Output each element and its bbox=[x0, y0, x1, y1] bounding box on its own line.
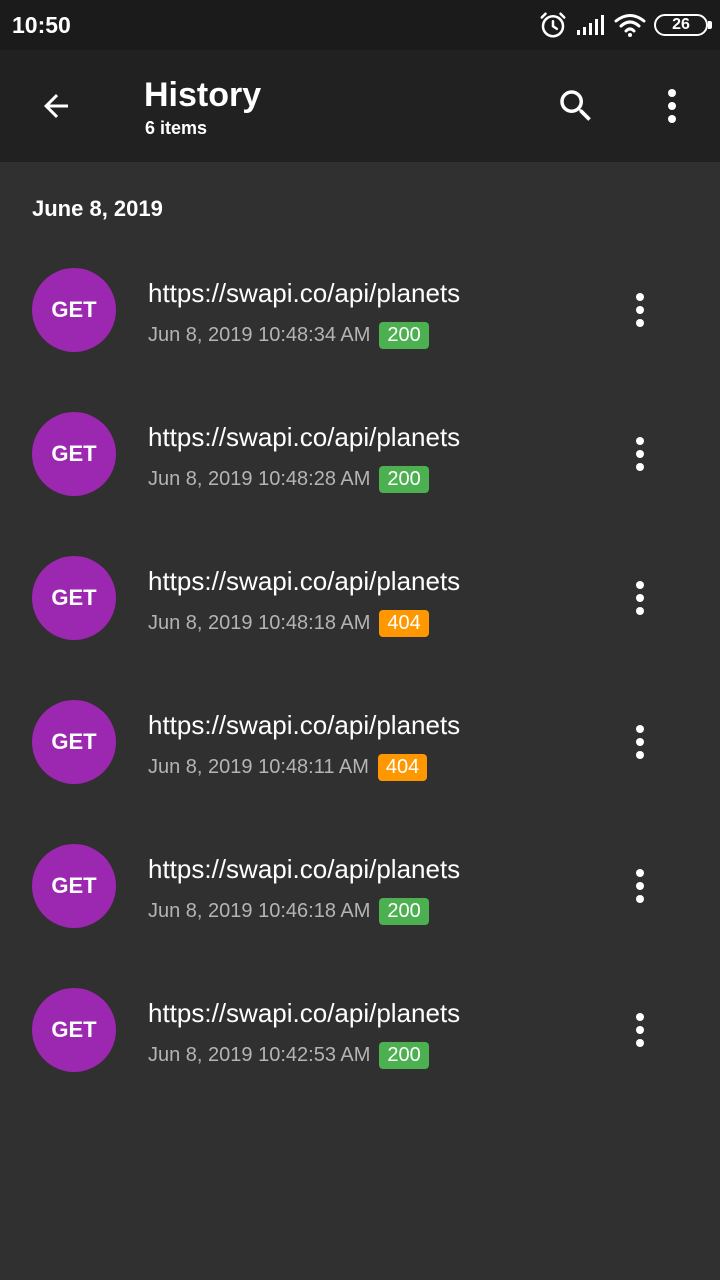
method-badge: GET bbox=[32, 700, 116, 784]
status-badge: 200 bbox=[379, 897, 429, 925]
wifi-icon bbox=[614, 14, 646, 37]
back-button[interactable] bbox=[24, 74, 88, 138]
item-menu-button[interactable] bbox=[608, 710, 672, 774]
method-badge: GET bbox=[32, 268, 116, 352]
back-arrow-icon bbox=[44, 94, 68, 118]
app-bar: History 6 items bbox=[0, 50, 720, 162]
request-url: https://swapi.co/api/planets bbox=[148, 710, 461, 740]
search-button[interactable] bbox=[544, 74, 608, 138]
signal-icon bbox=[577, 15, 604, 35]
status-badge: 200 bbox=[379, 465, 429, 493]
status-badge: 200 bbox=[379, 1041, 429, 1069]
method-badge: GET bbox=[32, 844, 116, 928]
status-badge: 404 bbox=[377, 753, 428, 781]
search-icon bbox=[560, 90, 591, 121]
request-meta: Jun 8, 2019 10:48:11 AM 404 bbox=[148, 753, 428, 781]
item-menu-button[interactable] bbox=[608, 854, 672, 918]
request-meta: Jun 8, 2019 10:42:53 AM 200 bbox=[148, 1041, 429, 1069]
request-url: https://swapi.co/api/planets bbox=[148, 854, 461, 884]
section-date-header: June 8, 2019 bbox=[32, 196, 163, 221]
request-time: Jun 8, 2019 10:48:18 AM bbox=[148, 611, 371, 634]
history-item[interactable]: GET https://swapi.co/api/planets Jun 8, … bbox=[0, 958, 720, 1102]
status-time: 10:50 bbox=[12, 12, 71, 38]
more-vert-icon bbox=[636, 869, 644, 903]
request-time: Jun 8, 2019 10:46:18 AM bbox=[148, 899, 371, 922]
overflow-menu-icon bbox=[668, 89, 676, 123]
item-menu-button[interactable] bbox=[608, 422, 672, 486]
request-time: Jun 8, 2019 10:42:53 AM bbox=[148, 1043, 371, 1066]
status-badge: 200 bbox=[379, 321, 429, 349]
method-badge: GET bbox=[32, 412, 116, 496]
request-meta: Jun 8, 2019 10:48:18 AM 404 bbox=[148, 609, 429, 637]
item-menu-button[interactable] bbox=[608, 566, 672, 630]
history-item[interactable]: GET https://swapi.co/api/planets Jun 8, … bbox=[0, 670, 720, 814]
more-vert-icon bbox=[636, 1013, 644, 1047]
overflow-menu-button[interactable] bbox=[640, 74, 704, 138]
item-menu-button[interactable] bbox=[608, 278, 672, 342]
alarm-icon bbox=[540, 12, 566, 38]
request-time: Jun 8, 2019 10:48:34 AM bbox=[148, 323, 371, 346]
request-meta: Jun 8, 2019 10:48:34 AM 200 bbox=[148, 321, 429, 349]
history-item[interactable]: GET https://swapi.co/api/planets Jun 8, … bbox=[0, 238, 720, 382]
history-item[interactable]: GET https://swapi.co/api/planets Jun 8, … bbox=[0, 526, 720, 670]
history-item[interactable]: GET https://swapi.co/api/planets Jun 8, … bbox=[0, 814, 720, 958]
request-url: https://swapi.co/api/planets bbox=[148, 278, 461, 308]
more-vert-icon bbox=[636, 293, 644, 327]
method-badge: GET bbox=[32, 556, 116, 640]
status-bar: 10:50 26 bbox=[0, 0, 720, 50]
method-badge: GET bbox=[32, 988, 116, 1072]
more-vert-icon bbox=[636, 581, 644, 615]
history-item[interactable]: GET https://swapi.co/api/planets Jun 8, … bbox=[0, 382, 720, 526]
request-time: Jun 8, 2019 10:48:28 AM bbox=[148, 467, 371, 490]
request-time: Jun 8, 2019 10:48:11 AM bbox=[148, 755, 369, 778]
status-icons: 26 bbox=[538, 10, 712, 40]
request-url: https://swapi.co/api/planets bbox=[148, 566, 461, 596]
item-menu-button[interactable] bbox=[608, 998, 672, 1062]
request-meta: Jun 8, 2019 10:48:28 AM 200 bbox=[148, 465, 429, 493]
status-badge: 404 bbox=[379, 609, 429, 637]
request-meta: Jun 8, 2019 10:46:18 AM 200 bbox=[148, 897, 429, 925]
page-subtitle: 6 items bbox=[145, 118, 208, 138]
more-vert-icon bbox=[636, 437, 644, 471]
battery-icon: 26 bbox=[654, 14, 712, 36]
request-url: https://swapi.co/api/planets bbox=[148, 998, 461, 1028]
history-list: GET https://swapi.co/api/planets Jun 8, … bbox=[0, 238, 720, 1102]
more-vert-icon bbox=[636, 725, 644, 759]
request-url: https://swapi.co/api/planets bbox=[148, 422, 461, 452]
page-title: History bbox=[144, 76, 262, 114]
